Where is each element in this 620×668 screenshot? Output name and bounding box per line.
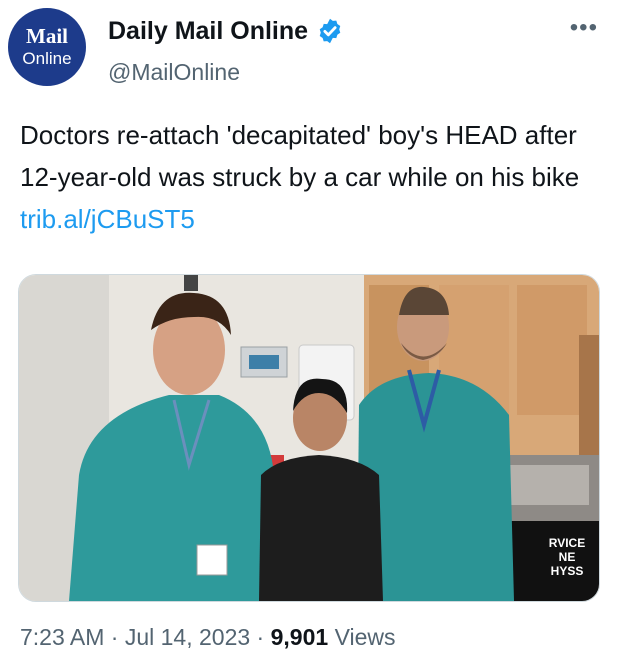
tweet-date[interactable]: Jul 14, 2023 [125, 624, 250, 650]
handle[interactable]: @MailOnline [108, 58, 240, 86]
more-options-icon[interactable]: ••• [570, 14, 598, 42]
avatar[interactable]: Mail Online [8, 8, 86, 86]
tweet-body: Doctors re-attach 'decapitated' boy's HE… [20, 120, 580, 192]
views-label: Views [328, 624, 396, 650]
views-count: 9,901 [270, 624, 329, 650]
separator: · [250, 624, 271, 650]
hospital-photo: RVICE NE HYSS [19, 275, 599, 601]
shirt-text-1: RVICE [549, 536, 585, 550]
avatar-logo-line2: Online [22, 49, 72, 68]
tweet-header: Mail Online Daily Mail Online @MailOnlin… [0, 0, 620, 100]
separator: · [104, 624, 125, 650]
avatar-logo-line1: Mail [26, 24, 68, 48]
tweet-time[interactable]: 7:23 AM [20, 624, 104, 650]
tweet-photo[interactable]: RVICE NE HYSS [18, 274, 600, 602]
tweet-text: Doctors re-attach 'decapitated' boy's HE… [20, 114, 605, 240]
verified-badge-icon [319, 18, 341, 44]
shirt-text-2: NE [559, 550, 576, 564]
tweet-link[interactable]: trib.al/jCBuST5 [20, 204, 195, 234]
display-name[interactable]: Daily Mail Online [108, 16, 308, 46]
name-row: Daily Mail Online [108, 16, 344, 46]
boy-black-hoodie [259, 455, 383, 601]
tweet-meta: 7:23 AM · Jul 14, 2023 · 9,901 Views [20, 622, 396, 652]
shirt-text-3: HYSS [551, 564, 584, 578]
